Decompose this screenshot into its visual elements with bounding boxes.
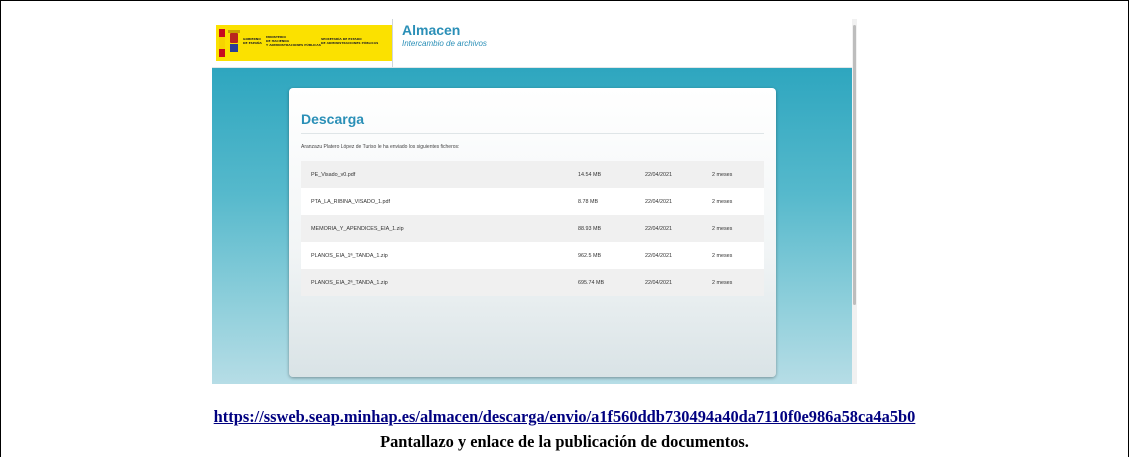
table-row[interactable]: PE_Visado_v0.pdf 14.54 MB 22/04/2021 2 m… — [301, 161, 764, 188]
card-title: Descarga — [301, 111, 365, 127]
coat-of-arms-icon — [227, 28, 241, 56]
file-table: PE_Visado_v0.pdf 14.54 MB 22/04/2021 2 m… — [301, 161, 764, 296]
logo-text-secretariat: SECRETARÍA DE ESTADO DE ADMINISTRACIONES … — [321, 37, 379, 45]
screenshot: GOBIERNO DE ESPAÑA MINISTERIO DE HACIENDA Y… — [212, 19, 857, 384]
table-row[interactable]: PLANOS_EIA_2ª_TANDA_1.zip 695.74 MB 22/0… — [301, 269, 764, 296]
sender-message: Aranzazu Platero López de Turiso le ha e… — [301, 144, 460, 150]
table-row[interactable]: PLANOS_EIA_1ª_TANDA_1.zip 962.5 MB 22/04… — [301, 242, 764, 269]
file-name-link[interactable]: PLANOS_EIA_2ª_TANDA_1.zip — [311, 280, 388, 286]
file-name-link[interactable]: MEMORIA_Y_APENDICES_EIA_1.zip — [311, 226, 404, 232]
vertical-scrollbar[interactable] — [852, 19, 857, 384]
file-expiry: 2 meses — [712, 280, 733, 286]
file-date: 22/04/2021 — [645, 199, 672, 205]
file-date: 22/04/2021 — [645, 280, 672, 286]
file-expiry: 2 meses — [712, 253, 733, 259]
logo-text-ministry: MINISTERIO DE HACIENDA Y ADMINISTRACIONES … — [266, 35, 321, 47]
government-logo: GOBIERNO DE ESPAÑA MINISTERIO DE HACIENDA Y… — [216, 25, 392, 61]
file-size: 14.54 MB — [578, 172, 602, 178]
title-divider — [301, 133, 764, 134]
file-size: 88.93 MB — [578, 226, 602, 232]
file-date: 22/04/2021 — [645, 172, 672, 178]
table-row[interactable]: MEMORIA_Y_APENDICES_EIA_1.zip 88.93 MB 2… — [301, 215, 764, 242]
file-size: 962.5 MB — [578, 253, 602, 259]
file-expiry: 2 meses — [712, 199, 733, 205]
download-card: Descarga Aranzazu Platero López de Turis… — [289, 88, 776, 377]
file-date: 22/04/2021 — [645, 253, 672, 259]
file-name-link[interactable]: PE_Visado_v0.pdf — [311, 172, 355, 178]
app-header: GOBIERNO DE ESPAÑA MINISTERIO DE HACIENDA Y… — [212, 19, 852, 68]
file-expiry: 2 meses — [712, 226, 733, 232]
scrollbar-thumb[interactable] — [853, 25, 856, 305]
flag-icon — [219, 29, 225, 57]
app-title[interactable]: Almacen — [402, 22, 460, 38]
figure-caption: Pantallazo y enlace de la publicación de… — [380, 432, 749, 451]
app-subtitle: Intercambio de archivos — [402, 39, 487, 48]
download-link[interactable]: https://ssweb.seap.minhap.es/almacen/des… — [0, 407, 1129, 427]
file-size: 8.78 MB — [578, 199, 599, 205]
file-name-link[interactable]: PTA_LA_RIBINA_VISADO_1.pdf — [311, 199, 390, 205]
header-divider — [392, 19, 393, 67]
table-row[interactable]: PTA_LA_RIBINA_VISADO_1.pdf 8.78 MB 22/04… — [301, 188, 764, 215]
file-expiry: 2 meses — [712, 172, 733, 178]
file-date: 22/04/2021 — [645, 226, 672, 232]
file-size: 695.74 MB — [578, 280, 605, 286]
file-name-link[interactable]: PLANOS_EIA_1ª_TANDA_1.zip — [311, 253, 388, 259]
logo-text-gov: GOBIERNO DE ESPAÑA — [243, 37, 262, 45]
